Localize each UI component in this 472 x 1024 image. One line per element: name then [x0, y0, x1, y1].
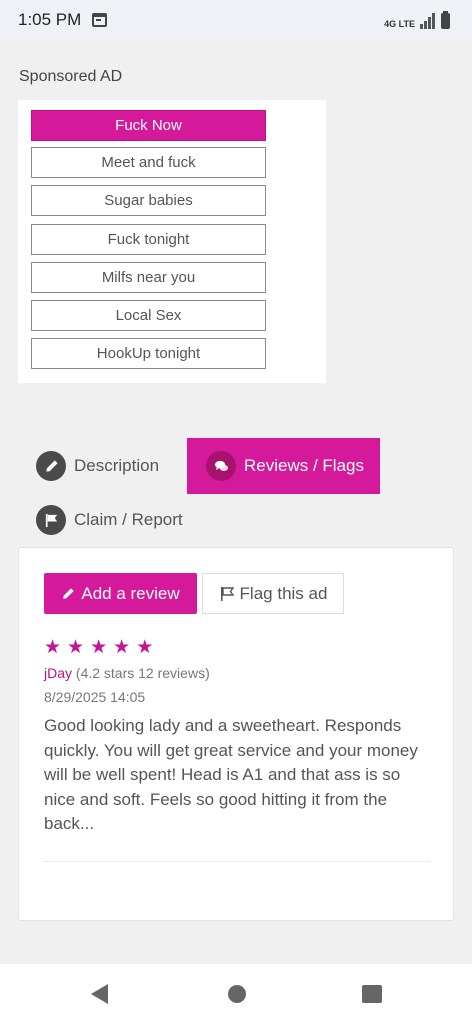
status-icons: 4G LTE: [384, 11, 450, 29]
tab-claim-report[interactable]: Claim / Report: [36, 492, 183, 548]
ad-button-sugar-babies[interactable]: Sugar babies: [31, 185, 266, 216]
add-review-label: Add a review: [81, 583, 180, 603]
reviewer-stats: (4.2 stars 12 reviews): [75, 665, 210, 681]
ad-button-local-sex[interactable]: Local Sex: [31, 300, 266, 331]
review-text: Good looking lady and a sweetheart. Resp…: [44, 716, 418, 833]
star-icon: ★: [90, 637, 108, 658]
signal-icon: [420, 13, 436, 29]
star-icon: ★: [136, 637, 154, 658]
pencil-icon: [63, 587, 75, 599]
tab-reviews-flags-label: Reviews / Flags: [244, 456, 364, 475]
star-icon: ★: [67, 637, 85, 658]
status-time: 1:05 PM: [18, 10, 82, 29]
tab-description[interactable]: Description: [36, 438, 159, 494]
flag-icon: [220, 586, 234, 601]
divider: [44, 861, 430, 862]
reviewer-name-link[interactable]: jDay: [44, 665, 72, 681]
tab-description-label: Description: [74, 456, 160, 475]
comments-icon: [206, 451, 236, 481]
pencil-icon: [36, 451, 66, 481]
star-icon: ★: [44, 637, 62, 658]
battery-icon: [441, 11, 450, 29]
tab-claim-report-label: Claim / Report: [74, 510, 183, 529]
ad-button-milfs-near-you[interactable]: Milfs near you: [31, 262, 266, 293]
network-type: 4G LTE: [384, 19, 415, 29]
add-review-button[interactable]: Add a review: [44, 573, 197, 614]
calendar-icon: [92, 13, 107, 27]
review-rating: ★ ★ ★ ★ ★: [44, 638, 153, 658]
home-icon[interactable]: [228, 985, 246, 1003]
status-bar: 1:05 PM 4G LTE: [0, 0, 472, 38]
tab-reviews-flags[interactable]: Reviews / Flags: [187, 438, 380, 494]
flag-icon: [36, 505, 66, 535]
back-icon[interactable]: [91, 984, 108, 1004]
ad-button-meet-and-fuck[interactable]: Meet and fuck: [31, 147, 266, 178]
reviewer-line: jDay (4.2 stars 12 reviews): [44, 665, 210, 681]
review-date: 8/29/2025 14:05: [44, 689, 146, 705]
ad-button-fuck-tonight[interactable]: Fuck tonight: [31, 224, 266, 255]
recents-icon[interactable]: [362, 985, 382, 1003]
reviews-panel: Add a review Flag this ad ★ ★ ★ ★ ★ jDay…: [18, 547, 454, 921]
ad-button-hookup-tonight[interactable]: HookUp tonight: [31, 338, 266, 369]
sponsored-ad-box: Fuck Now Meet and fuck Sugar babies Fuck…: [18, 100, 326, 383]
flag-ad-label: Flag this ad: [239, 583, 328, 603]
flag-ad-button[interactable]: Flag this ad: [202, 573, 344, 614]
ad-button-fuck-now[interactable]: Fuck Now: [31, 110, 266, 141]
sponsored-label: Sponsored AD: [19, 68, 123, 85]
star-icon: ★: [113, 637, 131, 658]
